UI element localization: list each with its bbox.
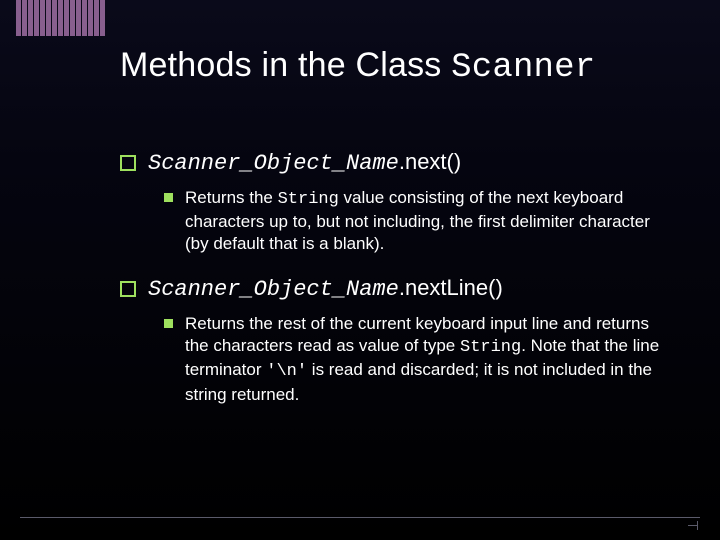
bullet-head-1: Scanner_Object_Name.next() [120,148,666,179]
square-solid-icon [164,319,173,328]
sub-text: Returns the String value consisting of t… [185,187,666,256]
footer-tick-icon [688,525,698,526]
bullet-head-text: Scanner_Object_Name.next() [148,148,461,179]
square-solid-icon [164,193,173,202]
mono-text: String [460,338,521,357]
square-open-icon [120,155,136,171]
mono-text: Scanner_Object_Name [148,277,399,302]
bullet-item-2: Scanner_Object_Name.nextLine() Returns t… [120,274,666,406]
bullet-head-text: Scanner_Object_Name.nextLine() [148,274,503,305]
mono-text: Scanner_Object_Name [148,151,399,176]
bullet-head-2: Scanner_Object_Name.nextLine() [120,274,666,305]
bullet-item-1: Scanner_Object_Name.next() Returns the S… [120,148,666,256]
head-tail: .nextLine() [399,275,503,300]
mono-text: '\n' [266,362,307,381]
sub-bullet-2: Returns the rest of the current keyboard… [164,313,666,407]
sub-bullet-1: Returns the String value consisting of t… [164,187,666,256]
sub-text: Returns the rest of the current keyboard… [185,313,666,407]
title-mono: Scanner [451,49,595,87]
mono-text: String [278,190,339,209]
slide-body: Scanner_Object_Name.next() Returns the S… [120,148,666,424]
slide: Methods in the Class Scanner Scanner_Obj… [0,0,720,540]
head-tail: .next() [399,149,461,174]
t: Returns the [185,188,278,207]
footer-divider [20,517,700,518]
title-prefix: Methods in the Class [120,46,451,84]
slide-title: Methods in the Class Scanner [120,46,680,87]
square-open-icon [120,281,136,297]
decorative-comb [16,0,105,36]
